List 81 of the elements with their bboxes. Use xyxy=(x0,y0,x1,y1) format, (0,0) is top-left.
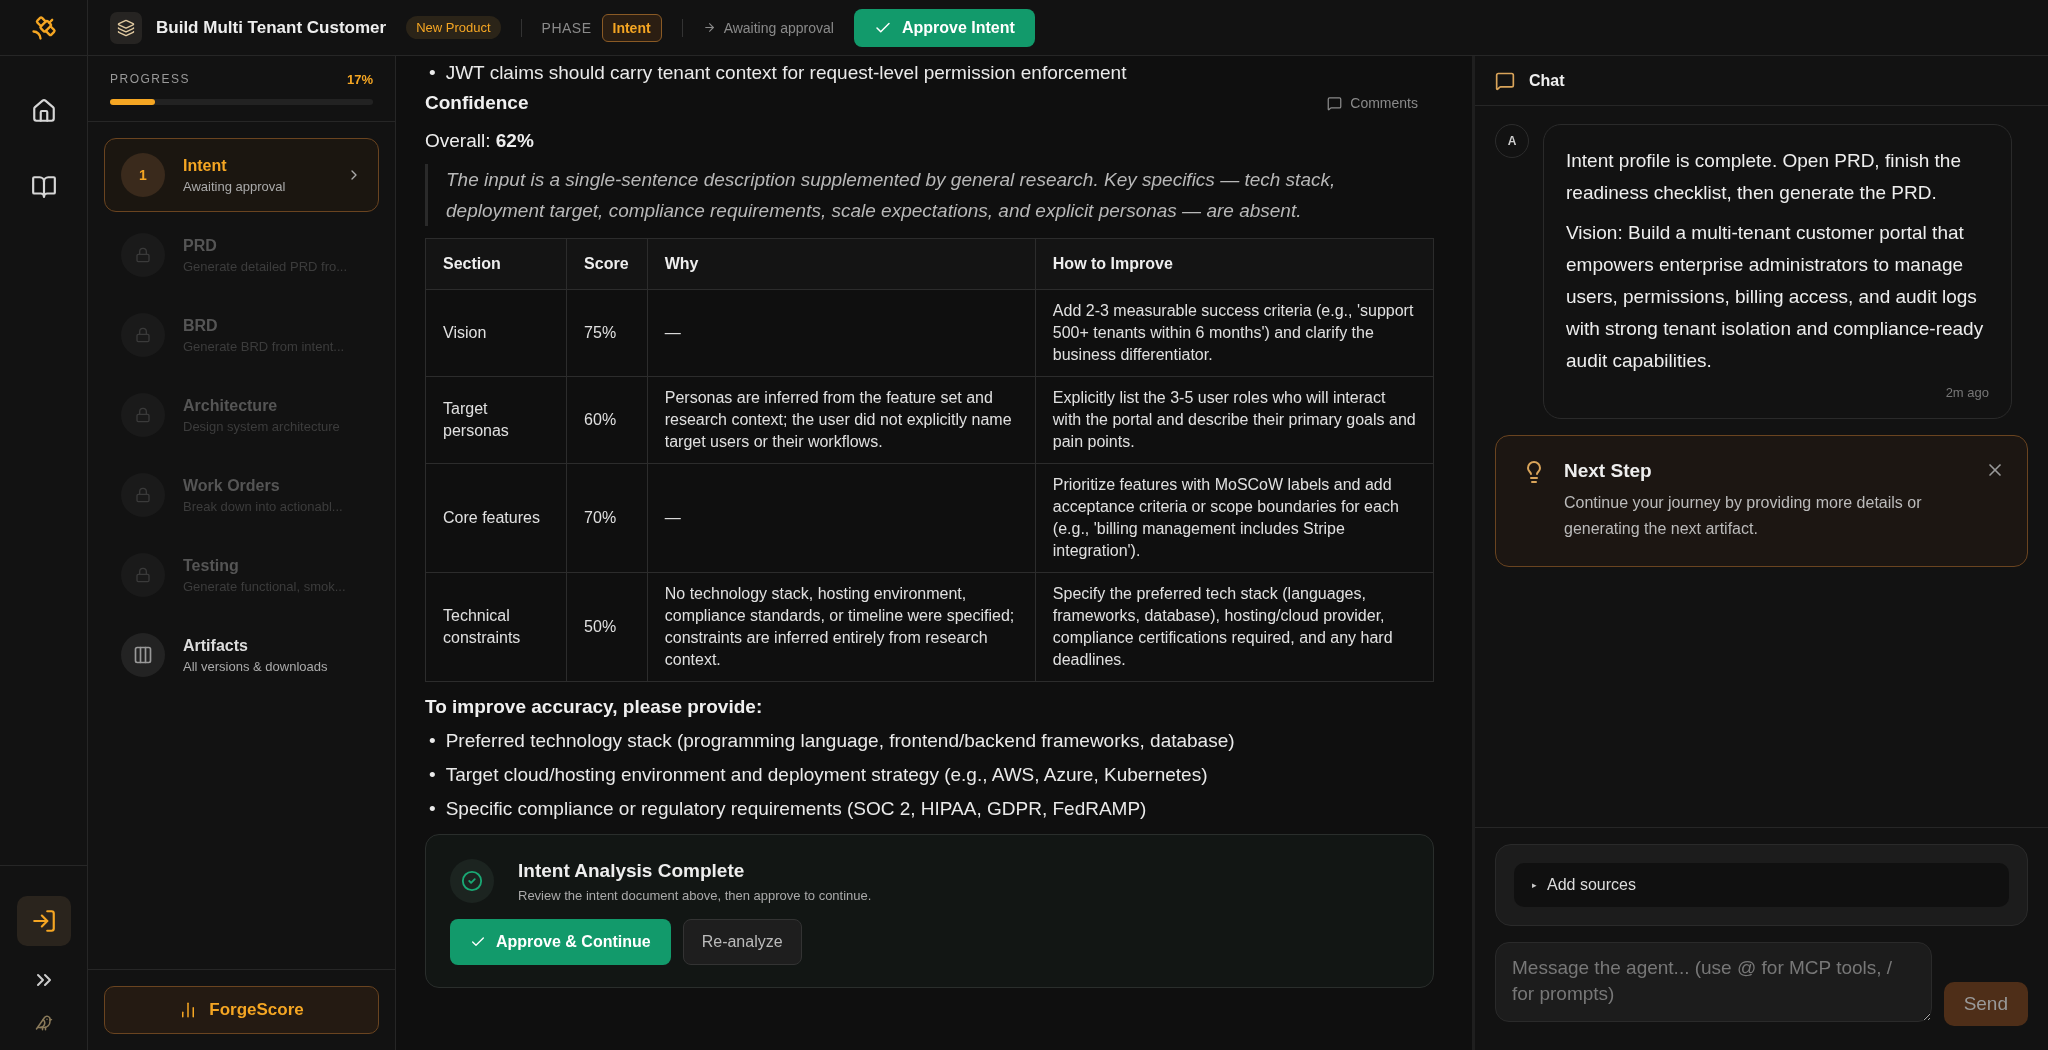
columns-icon xyxy=(121,633,165,677)
step-subtitle: Awaiting approval xyxy=(183,178,287,194)
table-cell: 50% xyxy=(566,572,648,682)
add-sources-button[interactable]: ▸ Add sources xyxy=(1514,863,2009,907)
layers-icon xyxy=(110,11,142,44)
table-cell: 60% xyxy=(566,376,648,464)
message-text: Vision: Build a multi-tenant customer portal that empowers enterprise administrators to manage users, permissions, billing access, and audit logs with strong tenant isolation and compliance-ready audit capabilities. xyxy=(1566,221,1985,373)
card-text: Review the intent document above, then approve to continue. xyxy=(518,887,872,903)
lock-icon xyxy=(121,313,165,357)
message-time: 2m ago xyxy=(1944,385,1989,400)
overall-score: Overall: 62% xyxy=(425,130,535,152)
lock-icon xyxy=(121,393,165,437)
approve-continue-button[interactable]: Approve & Continue xyxy=(450,919,671,965)
reanalyze-button[interactable]: Re-analyze xyxy=(682,919,802,965)
quote-text: The input is a single-sentence description supplemented by general research. Key specifics — tech stack, deployment target, compliance requirements, scale expectations, and explicit personas — are absent. xyxy=(425,164,1434,226)
lock-icon xyxy=(121,233,165,277)
comments-button[interactable]: Comments xyxy=(1311,95,1434,111)
next-step-title: Next Step xyxy=(1564,460,1653,482)
chat-title: Chat xyxy=(1529,71,1565,90)
step-title: Testing xyxy=(183,556,240,575)
table-cell: Explicitly list the 3-5 user roles who will interact with the portal and describe their primary goals and pain points. xyxy=(1035,376,1434,464)
next-step-text: Continue your journey by providing more details or generating the next artifact. xyxy=(1564,493,1923,539)
message-text: Intent profile is complete. Open PRD, finish the readiness checklist, then generate the PRD. xyxy=(1566,149,1962,205)
progress-label: PROGRESS xyxy=(110,72,190,87)
forgescore-button[interactable]: ForgeScore xyxy=(104,986,379,1034)
column-header: How to Improve xyxy=(1035,238,1434,290)
chat-icon xyxy=(1495,70,1515,91)
bullet-marker: • xyxy=(429,729,436,753)
bullet-marker: • xyxy=(429,61,436,85)
bullet-marker: • xyxy=(429,763,436,787)
table-cell: Technical constraints xyxy=(425,572,567,682)
project-title: Build Multi Tenant Customer xyxy=(156,17,387,38)
comment-icon xyxy=(1327,95,1343,111)
table-cell: Core features xyxy=(425,463,567,573)
satellite-logo-icon xyxy=(29,13,58,42)
table-cell: 75% xyxy=(566,289,648,377)
card-title: Intent Analysis Complete xyxy=(518,859,746,882)
table-cell: — xyxy=(647,289,1036,377)
bullet-text: Target cloud/hosting environment and deployment strategy (e.g., AWS, Azure, Kubernetes) xyxy=(445,763,1208,787)
column-header: Why xyxy=(647,238,1036,290)
lock-icon xyxy=(121,473,165,517)
table-cell: Target personas xyxy=(425,376,567,464)
message-input[interactable]: Message the agent... (use @ for MCP tools, / for prompts) xyxy=(1495,942,1932,1022)
check-circle-icon xyxy=(450,859,494,903)
table-cell: Personas are inferred from the feature set and research context; the user did not explicitly name target users or their workflows. xyxy=(647,376,1036,464)
phase-badge: Intent xyxy=(601,13,662,42)
arrow-right-icon xyxy=(702,21,716,34)
table-cell: Vision xyxy=(425,289,567,377)
step-subtitle: All versions & downloads xyxy=(183,658,329,674)
step-number: 1 xyxy=(121,153,165,197)
login-icon[interactable] xyxy=(16,896,71,946)
step-title: Intent xyxy=(183,156,228,175)
bullet-text: Preferred technology stack (programming language, frontend/backend frameworks, database) xyxy=(445,729,1235,753)
table-cell: — xyxy=(647,463,1036,573)
step-title: BRD xyxy=(183,316,219,335)
step-item[interactable]: Artifacts All versions & downloads xyxy=(104,618,379,692)
step-title: PRD xyxy=(183,236,218,255)
confidence-heading: Confidence xyxy=(425,92,529,114)
column-header: Score xyxy=(566,238,648,290)
step-item[interactable]: 1 Intent Awaiting approval xyxy=(104,138,379,212)
bullet-text: Specific compliance or regulatory requirements (SOC 2, HIPAA, GDPR, FedRAMP) xyxy=(445,797,1147,821)
bullet-marker: • xyxy=(429,797,436,821)
phase-label: PHASE xyxy=(541,19,592,36)
send-button[interactable]: Send xyxy=(1943,982,2028,1026)
status-text: Awaiting approval xyxy=(723,19,834,36)
bird-logo-icon xyxy=(34,1014,53,1032)
improve-heading: To improve accuracy, please provide: xyxy=(425,696,764,718)
table-cell: No technology stack, hosting environment, compliance standards, or timeline were specified; constraints are inferred entirely from research context. xyxy=(647,572,1036,682)
table-cell: Prioritize features with MoSCoW labels and add acceptance criteria or scope boundaries for each (e.g., 'billing management includes Stripe integration'). xyxy=(1035,463,1434,573)
column-header: Section xyxy=(425,238,567,290)
step-title: Work Orders xyxy=(183,476,281,495)
step-title: Artifacts xyxy=(183,636,249,655)
table-cell: 70% xyxy=(566,463,648,573)
progress-value: 17% xyxy=(346,72,373,87)
lock-icon xyxy=(121,553,165,597)
step-title: Architecture xyxy=(183,396,279,415)
bullet-text: JWT claims should carry tenant context for request-level permission enforcement xyxy=(445,61,1127,85)
table-cell: Add 2-3 measurable success criteria (e.g., 'support 500+ tenants within 6 months') and clarify the business differentiator. xyxy=(1035,289,1434,377)
project-type-badge: New Product xyxy=(406,16,501,39)
approve-intent-button[interactable]: Approve Intent xyxy=(853,8,1035,47)
table-cell: Specify the preferred tech stack (languages, frameworks, database), hosting/cloud provider, compliance certifications required, and any hard deadlines. xyxy=(1035,572,1434,682)
